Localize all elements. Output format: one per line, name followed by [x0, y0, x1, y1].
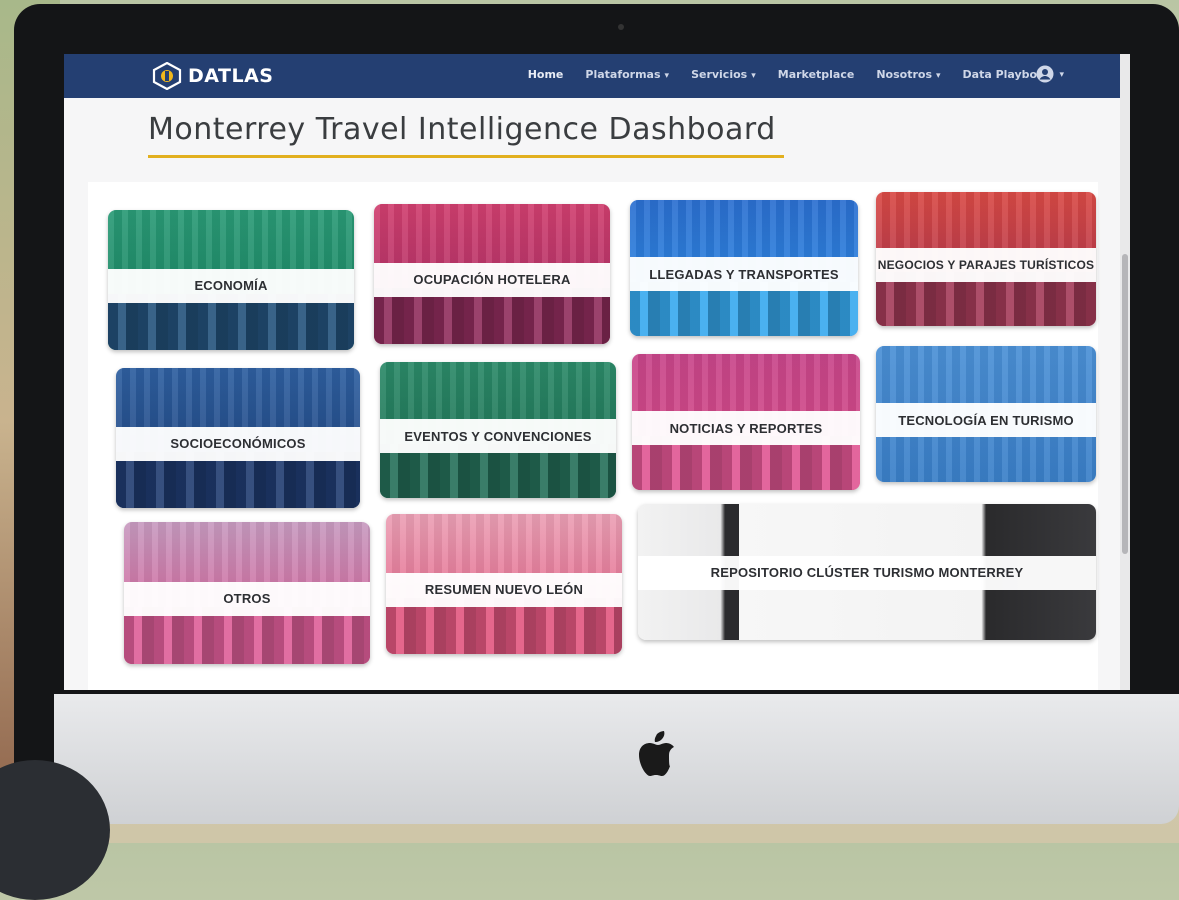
tile-ocupacion-hotelera[interactable]: OCUPACIÓN HOTELERA: [374, 204, 610, 344]
tile-label-bar: NOTICIAS Y REPORTES: [632, 411, 860, 446]
tile-label: NOTICIAS Y REPORTES: [669, 420, 823, 436]
imac-chin: [54, 694, 1179, 824]
tile-label: TECNOLOGÍA EN TURISMO: [898, 412, 1074, 428]
tile-label: LLEGADAS Y TRANSPORTES: [649, 266, 839, 282]
brand-name: DATLAS: [188, 65, 274, 87]
tile-label-bar: NEGOCIOS Y PARAJES TURÍSTICOS: [876, 248, 1096, 283]
page-title: Monterrey Travel Intelligence Dashboard: [148, 112, 776, 147]
tile-label-bar: TECNOLOGÍA EN TURISMO: [876, 403, 1096, 438]
scrollbar-thumb[interactable]: [1122, 254, 1128, 554]
tile-label-bar: LLEGADAS Y TRANSPORTES: [630, 257, 858, 292]
caret-down-icon: ▾: [936, 71, 941, 81]
datlas-logo-icon: [152, 62, 182, 90]
tile-negocios-parajes[interactable]: NEGOCIOS Y PARAJES TURÍSTICOS: [876, 192, 1096, 326]
tile-economia[interactable]: ECONOMÍA: [108, 210, 354, 350]
nav-home[interactable]: Home: [528, 68, 564, 81]
tile-label: NEGOCIOS Y PARAJES TURÍSTICOS: [877, 258, 1095, 273]
browser-screen: DATLAS Home Plataformas ▾ Servicios ▾ Mark…: [64, 54, 1130, 690]
caret-down-icon: ▾: [664, 71, 670, 81]
apple-logo-icon: [639, 731, 674, 776]
tile-label-bar: SOCIOECONÓMICOS: [116, 426, 360, 461]
camera-icon: [618, 24, 624, 30]
title-section: Monterrey Travel Intelligence Dashboard: [148, 112, 784, 158]
navbar: DATLAS Home Plataformas ▾ Servicios ▾ Mark…: [64, 54, 1130, 98]
tile-label: EVENTOS Y CONVENCIONES: [404, 428, 592, 444]
tile-otros[interactable]: OTROS: [124, 522, 370, 664]
tile-resumen-nuevo-leon[interactable]: RESUMEN NUEVO LEÓN: [386, 514, 622, 654]
tile-label: ECONOMÍA: [194, 278, 268, 294]
user-circle-icon[interactable]: [1036, 65, 1054, 83]
tile-tecnologia-turismo[interactable]: TECNOLOGÍA EN TURISMO: [876, 346, 1096, 482]
tile-label-bar: EVENTOS Y CONVENCIONES: [380, 419, 616, 454]
tile-label-bar: ECONOMÍA: [108, 268, 354, 303]
tile-eventos-convenciones[interactable]: EVENTOS Y CONVENCIONES: [380, 362, 616, 498]
nav-home-label: Home: [527, 68, 564, 81]
tile-label: OCUPACIÓN HOTELERA: [413, 272, 571, 288]
nav-servicios-label: Servicios: [691, 68, 748, 81]
tile-skyline: [124, 607, 370, 664]
user-caret-icon[interactable]: ▾: [1059, 69, 1064, 80]
tile-label: OTROS: [223, 591, 271, 607]
tile-repositorio-cluster[interactable]: REPOSITORIO CLÚSTER TURISMO MONTERREY: [638, 504, 1096, 640]
tile-noticias-reportes[interactable]: NOTICIAS Y REPORTES: [632, 354, 860, 490]
nav-menu: Home Plataformas ▾ Servicios ▾ Marketplace…: [528, 68, 1052, 81]
nav-plataformas[interactable]: Plataformas ▾: [585, 68, 669, 81]
nav-marketplace[interactable]: Marketplace: [778, 68, 855, 81]
vertical-scrollbar[interactable]: [1120, 54, 1130, 690]
nav-nosotros-label: Nosotros: [876, 68, 932, 81]
tile-label-bar: OTROS: [124, 581, 370, 616]
title-underline: [148, 155, 784, 158]
nav-marketplace-label: Marketplace: [777, 68, 855, 81]
tile-label-bar: OCUPACIÓN HOTELERA: [374, 262, 610, 297]
nav-nosotros[interactable]: Nosotros ▾: [876, 68, 940, 81]
tile-label: SOCIOECONÓMICOS: [170, 436, 306, 452]
tile-label-bar: REPOSITORIO CLÚSTER TURISMO MONTERREY: [638, 555, 1096, 590]
caret-down-icon: ▾: [751, 71, 756, 81]
tile-label: RESUMEN NUEVO LEÓN: [424, 582, 584, 598]
nav-plataformas-label: Plataformas: [585, 68, 661, 81]
brand[interactable]: DATLAS: [152, 62, 273, 90]
nav-servicios[interactable]: Servicios ▾: [691, 68, 756, 81]
tile-label: REPOSITORIO CLÚSTER TURISMO MONTERREY: [710, 565, 1024, 581]
tile-label-bar: RESUMEN NUEVO LEÓN: [386, 572, 622, 607]
tile-llegadas-transportes[interactable]: LLEGADAS Y TRANSPORTES: [630, 200, 858, 336]
tile-socioeconomicos[interactable]: SOCIOECONÓMICOS: [116, 368, 360, 508]
